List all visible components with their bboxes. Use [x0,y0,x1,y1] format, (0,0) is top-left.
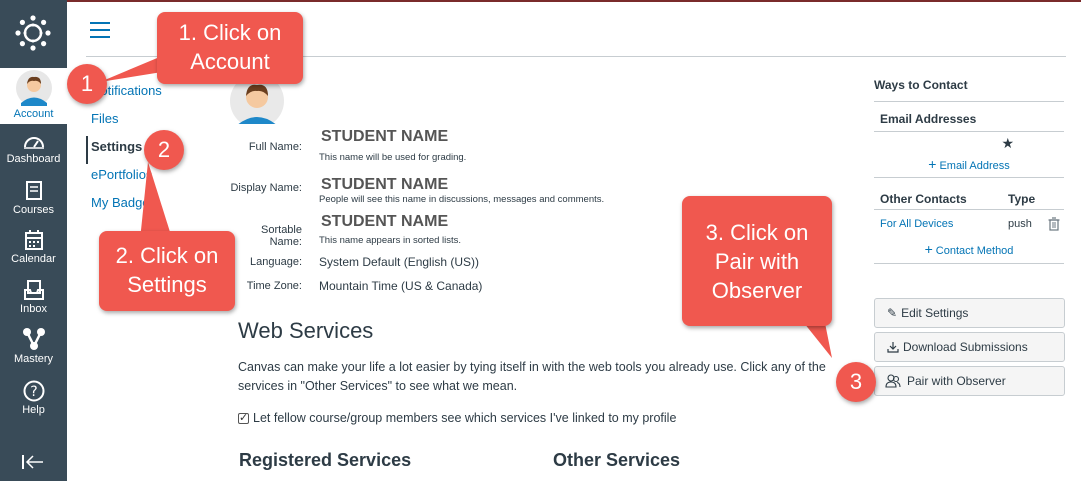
sortable-name-note: This name appears in sorted lists. [319,235,462,246]
pair-with-observer-label: Pair with Observer [907,374,1006,388]
sortable-name-label: Sortable Name: [261,224,302,248]
web-services-title: Web Services [238,318,374,343]
add-contact-method-label: Contact Method [935,245,1014,257]
step-3-badge: 3 [836,362,876,402]
type-column-header: Type [1008,192,1036,206]
dashboard-icon [23,137,44,149]
edit-settings-button[interactable]: ✎ Edit Settings [874,298,1065,328]
plus-icon: + [924,241,933,257]
add-email-label: Email Address [939,160,1010,172]
ways-to-contact-title: Ways to Contact [874,78,1064,102]
calendar-icon [24,230,43,250]
registered-services-title: Registered Services [239,450,412,470]
inbox-icon [23,280,44,300]
nav-account-label: Account [13,108,54,120]
sortable-name-value: STUDENT NAME [321,213,449,230]
nav-inbox[interactable]: Inbox [0,279,67,329]
nav-help-label: Help [22,404,45,416]
section-nav-notifications[interactable]: Notifications [86,80,226,108]
default-email-star-icon: ★ [1001,135,1014,151]
full-name-label: Full Name: [248,141,302,153]
callout-2-line2: Settings [127,272,207,297]
contact-row: For All Devices push [874,210,1064,238]
contact-sidebar: Ways to Contact Email Addresses ★ + Email… [874,78,1064,264]
show-services-checkbox[interactable] [238,411,249,424]
plus-icon: + [928,156,937,172]
nav-courses[interactable]: Courses [0,180,67,230]
collapse-nav-icon[interactable] [22,454,44,470]
other-contacts-title: Other Contacts [880,192,967,206]
nav-account[interactable]: Account [0,68,67,124]
display-name-note: People will see this name in discussions… [319,194,605,205]
callout-1-line1: 1. Click on [178,20,282,45]
avatar-icon [15,70,52,106]
email-addresses-header: Email Addresses [874,102,1064,132]
callout-3-line1: 3. Click on [705,220,809,245]
trash-icon[interactable] [1048,217,1060,231]
contact-name-link[interactable]: For All Devices [880,218,953,230]
nav-mastery[interactable]: Mastery [0,327,67,377]
download-submissions-label: Download Submissions [903,340,1028,354]
callout-3-box: 3. Click on Pair with Observer [682,196,832,326]
callout-1-box: 1. Click on Account [157,12,303,84]
pair-with-observer-button[interactable]: Pair with Observer [874,366,1065,396]
callout-3-line2: Pair with [714,249,800,274]
full-name-note: This name will be used for grading. [319,152,467,163]
nav-calendar[interactable]: Calendar [0,229,67,279]
nav-calendar-label: Calendar [11,253,56,265]
language-label: Language: [250,256,302,268]
full-name-value: STUDENT NAME [321,128,449,145]
svg-text:?: ? [30,384,37,400]
nav-dashboard-label: Dashboard [6,153,61,165]
users-icon [885,374,901,388]
step-1-badge: 1 [67,64,107,104]
nav-mastery-label: Mastery [13,353,54,365]
pencil-icon: ✎ [887,306,898,320]
display-name-label: Display Name: [230,182,302,194]
step-2-badge: 2 [144,130,184,170]
time-zone-label: Time Zone: [246,280,302,292]
nav-inbox-label: Inbox [20,303,47,315]
courses-icon [25,181,42,200]
show-services-label[interactable]: Let fellow course/group members see whic… [253,411,676,425]
edit-settings-label: Edit Settings [901,306,969,320]
help-icon: ? [23,380,44,402]
other-contacts-header: Other Contacts Type [874,178,1064,210]
download-submissions-button[interactable]: Download Submissions [874,332,1065,362]
mastery-icon [22,328,45,350]
nav-courses-label: Courses [13,204,54,216]
callout-1-pointer [100,56,162,82]
show-services-option: Let fellow course/group members see whic… [238,411,676,425]
callout-3-line3: Observer [711,278,803,303]
top-border [0,0,1081,2]
global-nav: Account Dashboard Courses Calendar Inbox… [0,0,67,481]
web-services-description: Canvas can make your life a lot easier b… [238,360,826,393]
section-nav-my-badges[interactable]: My Badges [86,192,226,220]
callout-2-line1: 2. Click on [115,243,219,268]
display-name-value: STUDENT NAME [321,176,449,193]
nav-dashboard[interactable]: Dashboard [0,133,67,183]
contact-type: push [1008,218,1032,230]
add-email-link[interactable]: + Email Address [874,154,1064,178]
canvas-logo-icon[interactable] [14,14,52,52]
download-icon [887,342,899,353]
language-value: System Default (English (US)) [319,255,480,269]
nav-help[interactable]: ? Help [0,380,67,430]
callout-1-line2: Account [190,49,270,74]
hamburger-menu-icon[interactable] [90,22,110,38]
callout-2-box: 2. Click on Settings [99,231,235,311]
add-contact-method-link[interactable]: + Contact Method [874,238,1064,264]
other-services-title: Other Services [553,450,681,470]
time-zone-value: Mountain Time (US & Canada) [319,279,483,293]
